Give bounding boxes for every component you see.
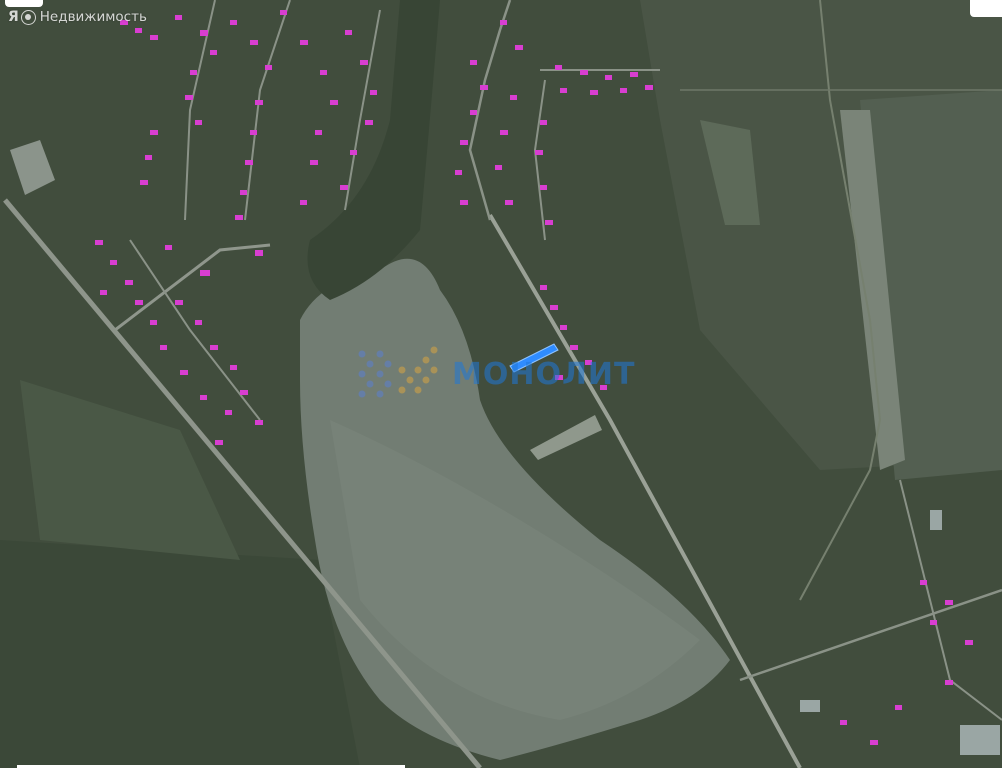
top-left-tab (5, 0, 43, 7)
watermark-text: МОНОЛИТ (452, 356, 636, 392)
brand-letter: Я (8, 9, 19, 25)
yandex-circle-icon (20, 9, 36, 25)
close-button[interactable] (970, 0, 1002, 17)
field-southwest (0, 540, 360, 768)
hexagon-dots-logo-icon (352, 336, 444, 412)
map-view[interactable]: МОНОЛИТ Я Недвижимость (0, 0, 1002, 768)
brand-logo[interactable]: Я Недвижимость (8, 9, 147, 25)
watermark: МОНОЛИТ (352, 336, 635, 412)
yandex-logo: Я (8, 9, 36, 25)
brand-label: Недвижимость (39, 9, 147, 25)
